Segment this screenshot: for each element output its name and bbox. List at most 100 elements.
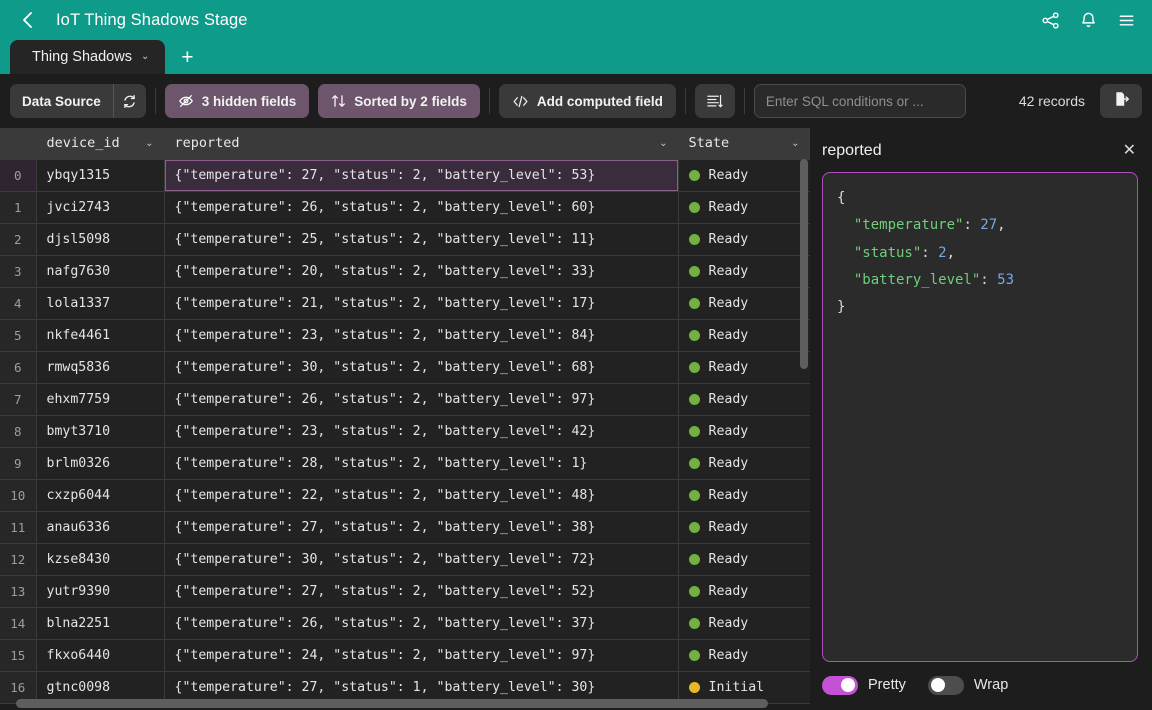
share-icon[interactable] [1036,6,1064,34]
cell-reported[interactable]: {"temperature": 27, "status": 2, "batter… [164,511,679,544]
cell-device-id[interactable]: anau6336 [36,511,165,544]
cell-reported[interactable]: {"temperature": 26, "status": 2, "batter… [164,383,679,416]
close-icon[interactable]: ✕ [1121,139,1138,163]
cell-device-id[interactable]: yutr9390 [36,575,165,608]
cell-reported[interactable]: {"temperature": 21, "status": 2, "batter… [164,287,679,320]
cell-device-id[interactable]: fkxo6440 [36,639,165,672]
cell-state[interactable]: Ready [678,607,810,640]
column-header-device-id[interactable]: device_id ⌄ [36,128,165,160]
cell-state[interactable]: Ready [678,543,810,576]
cell-state[interactable]: Ready [678,447,810,480]
table-row[interactable]: 10 cxzp6044 {"temperature": 22, "status": … [0,479,810,512]
chevron-down-icon[interactable]: ⌄ [791,138,799,149]
export-button[interactable] [1100,84,1142,118]
cell-reported[interactable]: {"temperature": 23, "status": 2, "batter… [164,319,679,352]
row-number: 10 [0,479,37,512]
cell-device-id[interactable]: ehxm7759 [36,383,165,416]
json-token-num: 53 [997,271,1015,288]
row-number: 2 [0,223,37,256]
cell-state[interactable]: Ready [678,287,810,320]
cell-state[interactable]: Ready [678,479,810,512]
cell-device-id[interactable]: cxzp6044 [36,479,165,512]
menu-icon[interactable] [1112,6,1140,34]
new-tab-button[interactable]: + [165,40,209,74]
row-number: 5 [0,319,37,352]
scrollbar-thumb[interactable] [800,159,808,369]
chevron-down-icon[interactable]: ⌄ [145,138,153,149]
grid-horizontal-scrollbar[interactable] [0,699,810,708]
table-row[interactable]: 7 ehxm7759 {"temperature": 26, "status": 2… [0,383,810,416]
cell-device-id[interactable]: rmwq5836 [36,351,165,384]
cell-state[interactable]: Ready [678,639,810,672]
cell-state[interactable]: Ready [678,319,810,352]
column-header-reported[interactable]: reported ⌄ [164,128,679,160]
cell-reported[interactable]: {"temperature": 26, "status": 2, "batter… [164,607,679,640]
cell-reported[interactable]: {"temperature": 30, "status": 2, "batter… [164,351,679,384]
refresh-icon[interactable] [114,84,146,118]
pretty-toggle[interactable] [822,675,858,695]
sql-conditions-input[interactable]: Enter SQL conditions or ... [753,84,966,118]
table-row[interactable]: 2 djsl5098 {"temperature": 25, "status": 2… [0,223,810,256]
cell-state[interactable]: Ready [678,191,810,224]
cell-device-id[interactable]: nkfe4461 [36,319,165,352]
table-row[interactable]: 3 nafg7630 {"temperature": 20, "status": 2… [0,255,810,288]
cell-state[interactable]: Ready [678,383,810,416]
cell-state[interactable]: Ready [678,511,810,544]
table-row[interactable]: 12 kzse8430 {"temperature": 30, "status": … [0,543,810,576]
data-source-button[interactable]: Data Source [10,84,146,118]
cell-reported[interactable]: {"temperature": 27, "status": 2, "batter… [164,159,679,192]
hidden-fields-button[interactable]: 3 hidden fields [164,84,310,118]
cell-device-id[interactable]: bmyt3710 [36,415,165,448]
cell-device-id[interactable]: blna2251 [36,607,165,640]
cell-state[interactable]: Ready [678,415,810,448]
bell-icon[interactable] [1074,6,1102,34]
cell-device-id[interactable]: ybqy1315 [36,159,165,192]
table-row[interactable]: 9 brlm0326 {"temperature": 28, "status": 2… [0,447,810,480]
table-row[interactable]: 15 fkxo6440 {"temperature": 24, "status": … [0,639,810,672]
cell-state[interactable]: Ready [678,351,810,384]
tab-thing-shadows[interactable]: Thing Shadows ⌄ [10,40,166,74]
sorted-by-button[interactable]: Sorted by 2 fields [318,84,480,118]
cell-reported[interactable]: {"temperature": 26, "status": 2, "batter… [164,191,679,224]
wrap-toggle[interactable] [927,675,964,695]
json-viewer[interactable]: { "temperature": 27, "status": 2, "batte… [822,172,1138,662]
scrollbar-thumb[interactable] [16,699,768,708]
cell-state[interactable]: Ready [678,223,810,256]
cell-device-id[interactable]: kzse8430 [36,543,165,576]
row-height-button[interactable] [694,84,735,118]
column-header-state[interactable]: State ⌄ [678,128,810,160]
cell-device-id[interactable]: lola1337 [36,287,165,320]
table-row[interactable]: 1 jvci2743 {"temperature": 26, "status": 2… [0,191,810,224]
chevron-down-icon[interactable]: ⌄ [659,138,667,149]
cell-reported[interactable]: {"temperature": 25, "status": 2, "batter… [164,223,679,256]
cell-reported[interactable]: {"temperature": 22, "status": 2, "batter… [164,479,679,512]
cell-reported[interactable]: {"temperature": 27, "status": 2, "batter… [164,575,679,608]
cell-reported[interactable]: {"temperature": 23, "status": 2, "batter… [164,415,679,448]
cell-device-id[interactable]: nafg7630 [36,255,165,288]
table-row[interactable]: 4 lola1337 {"temperature": 21, "status": 2… [0,287,810,320]
table-row[interactable]: 5 nkfe4461 {"temperature": 23, "status": 2… [0,319,810,352]
cell-reported[interactable]: {"temperature": 28, "status": 2, "batter… [164,447,679,480]
add-computed-field-button[interactable]: Add computed field [498,84,676,118]
table-row[interactable]: 0 ybqy1315 {"temperature": 27, "status": 2… [0,159,810,192]
status-dot-icon [688,521,700,533]
status-label: Ready [708,391,749,407]
cell-state[interactable]: Ready [678,255,810,288]
cell-device-id[interactable]: djsl5098 [36,223,165,256]
back-button[interactable] [12,5,42,35]
table-row[interactable]: 11 anau6336 {"temperature": 27, "status": … [0,511,810,544]
cell-reported[interactable]: {"temperature": 20, "status": 2, "batter… [164,255,679,288]
cell-reported[interactable]: {"temperature": 30, "status": 2, "batter… [164,543,679,576]
table-row[interactable]: 13 yutr9390 {"temperature": 27, "status": … [0,575,810,608]
cell-state[interactable]: Ready [678,159,810,192]
cell-reported[interactable]: {"temperature": 24, "status": 2, "batter… [164,639,679,672]
table-row[interactable]: 6 rmwq5836 {"temperature": 30, "status": 2… [0,351,810,384]
cell-state[interactable]: Ready [678,575,810,608]
table-row[interactable]: 14 blna2251 {"temperature": 26, "status": … [0,607,810,640]
chevron-down-icon[interactable]: ⌄ [141,52,149,62]
cell-device-id[interactable]: brlm0326 [36,447,165,480]
status-dot-icon [688,489,700,501]
cell-device-id[interactable]: jvci2743 [36,191,165,224]
table-row[interactable]: 8 bmyt3710 {"temperature": 23, "status": 2… [0,415,810,448]
grid-vertical-scrollbar[interactable] [800,159,808,696]
